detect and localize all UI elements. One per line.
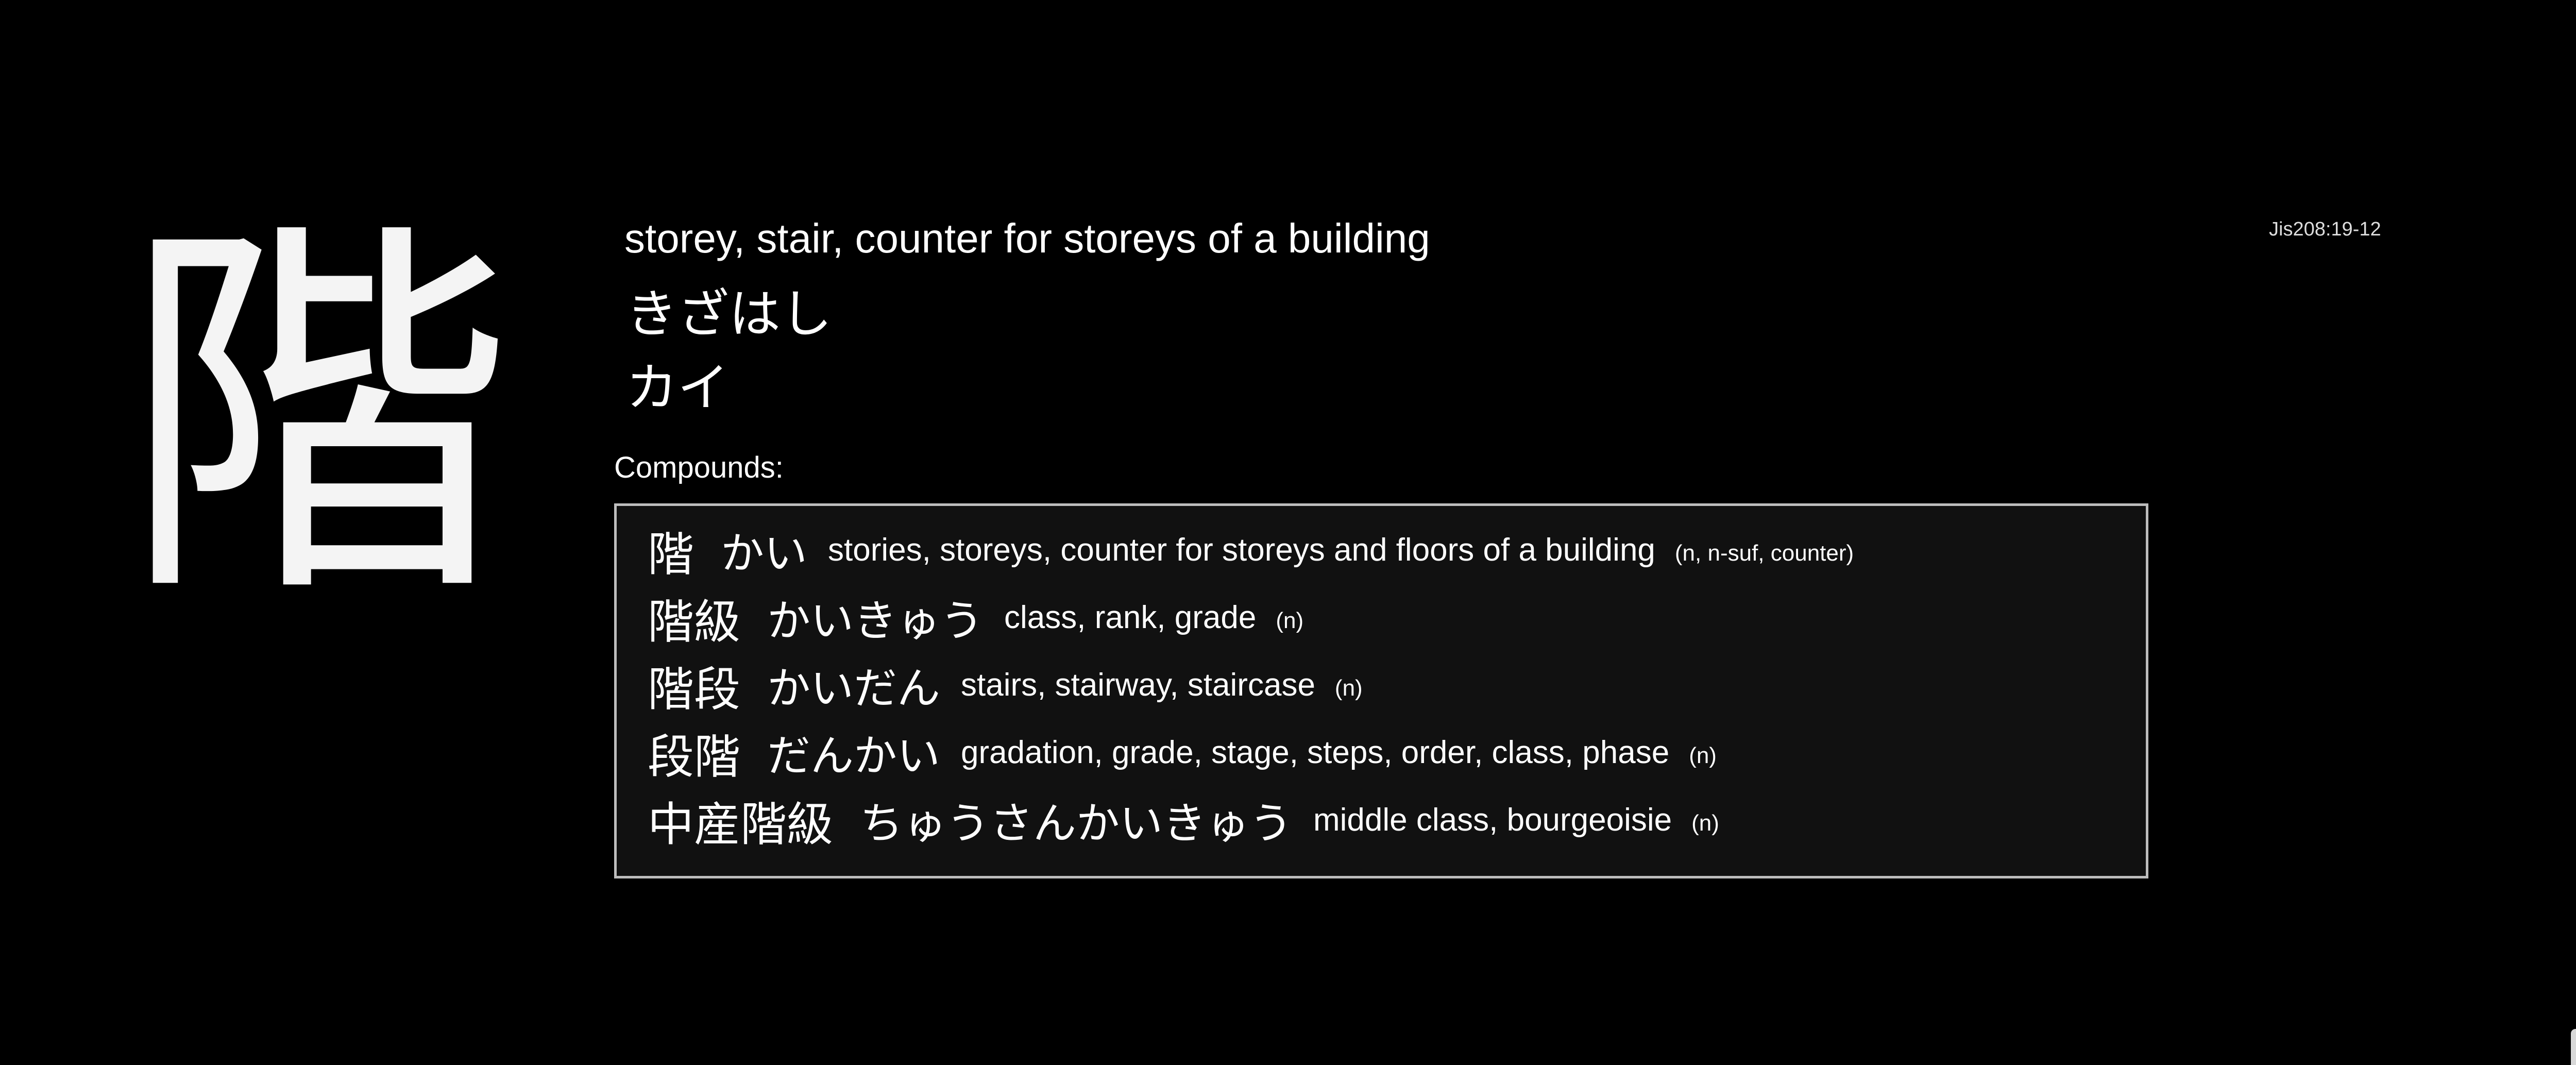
compound-gloss: class, rank, grade	[1004, 600, 1257, 635]
kanji-meaning: storey, stair, counter for storeys of a …	[624, 215, 1430, 261]
compound-pos: (n, n-suf, counter)	[1674, 540, 1854, 566]
compound-gloss: gradation, grade, stage, steps, order, c…	[961, 735, 1670, 770]
compound-pos: (n)	[1689, 742, 1717, 768]
on-reading: カイ	[626, 358, 729, 418]
kanji-character: 階	[121, 190, 513, 645]
compound-reading: かいだん	[767, 663, 941, 714]
compound-row: 段階 だんかい gradation, grade, stage, steps, …	[648, 719, 2146, 786]
compound-reading: かい	[721, 528, 808, 579]
compound-gloss: stories, storeys, counter for storeys an…	[828, 532, 1655, 568]
compound-row: 階 かい stories, storeys, counter for store…	[648, 516, 2146, 584]
compound-reading: かいきゅう	[767, 596, 984, 646]
compounds-list: 階 かい stories, storeys, counter for store…	[614, 503, 2148, 878]
jis-code: Jis208:19-12	[2269, 218, 2381, 240]
compound-reading: だんかい	[767, 731, 941, 781]
compound-row: 階級 かいきゅう class, rank, grade (n)	[648, 584, 2146, 651]
kun-reading: きざはし	[626, 284, 832, 344]
compound-word: 段階	[648, 730, 740, 784]
compound-word: 階段	[648, 662, 740, 717]
scrollbar-corner[interactable]	[2571, 1029, 2576, 1065]
compound-word: 中産階級	[648, 797, 833, 852]
compound-row: 階段 かいだん stairs, stairway, staircase (n)	[648, 651, 2146, 719]
compound-word: 階級	[648, 595, 740, 649]
compound-reading: ちゅうさんかいきゅう	[860, 798, 1293, 849]
compound-word: 階	[648, 527, 694, 582]
compound-pos: (n)	[1691, 810, 1719, 836]
compound-gloss: middle class, bourgeoisie	[1313, 802, 1672, 838]
compound-pos: (n)	[1334, 675, 1363, 701]
compound-pos: (n)	[1276, 607, 1304, 633]
compound-gloss: stairs, stairway, staircase	[961, 667, 1315, 703]
compounds-label: Compounds:	[614, 451, 784, 484]
compound-row: 中産階級 ちゅうさんかいきゅう middle class, bourgeoisi…	[648, 786, 2146, 854]
